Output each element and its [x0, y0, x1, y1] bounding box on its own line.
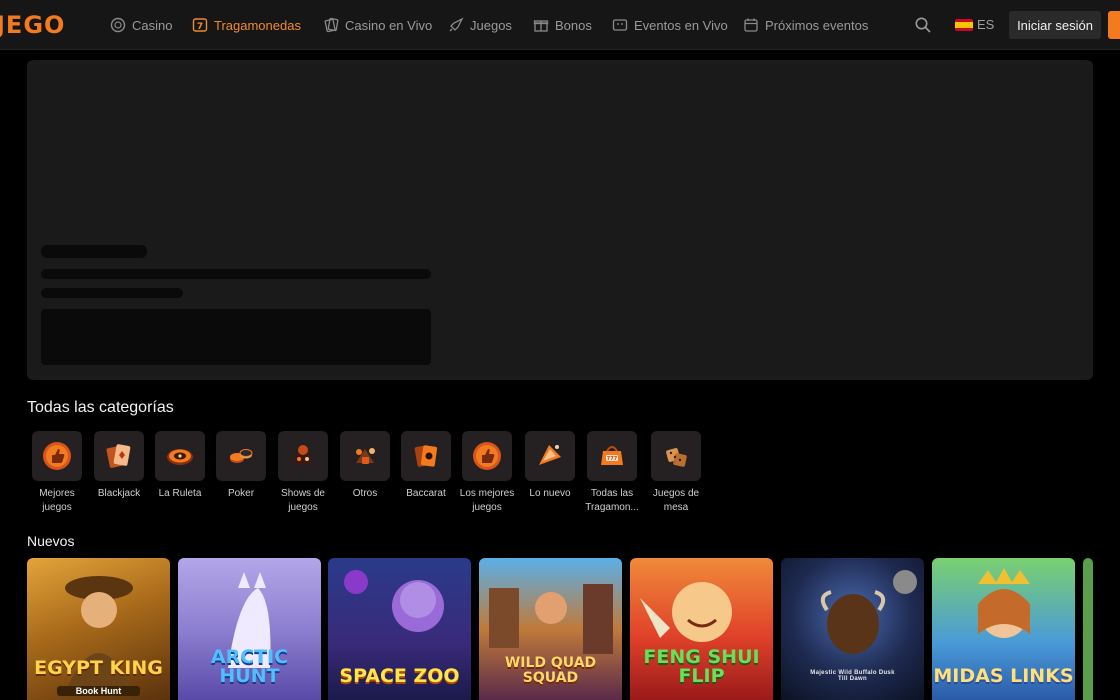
- category-shows-de-juegos[interactable]: Shows de juegos: [270, 431, 336, 515]
- playing-cards-icon: [106, 444, 131, 468]
- hero-banner-placeholder: [27, 60, 1093, 380]
- game-subtitle: Book Hunt: [57, 686, 140, 696]
- language-code: ES: [977, 17, 995, 32]
- slot-bag-icon: 777: [601, 446, 623, 465]
- game-card-majestic-wild-buffalo[interactable]: Majestic Wild Buffalo Dusk Till Dawn: [781, 558, 924, 700]
- nav-casino[interactable]: Casino: [110, 0, 172, 50]
- category-label: Baccarat: [406, 488, 446, 499]
- category-la-ruleta[interactable]: La Ruleta: [147, 431, 213, 501]
- skeleton-line: [41, 288, 183, 298]
- spain-flag-icon: [955, 18, 973, 31]
- category-poker[interactable]: Poker: [208, 431, 274, 501]
- game-title: Space Zoo: [339, 665, 460, 687]
- nav-casino-en-vivo[interactable]: Casino en Vivo: [323, 0, 432, 50]
- category-mejores-juegos[interactable]: Mejores juegos: [24, 431, 90, 515]
- nuevos-title: Nuevos: [27, 533, 75, 549]
- category-label: Juegos de mesa: [652, 488, 700, 513]
- live-tv-icon: [612, 19, 628, 31]
- category-label: Todas las Tragamon...: [585, 488, 639, 513]
- category-label: La Ruleta: [158, 488, 202, 499]
- nav-tragamonedas-label: Tragamonedas: [214, 17, 301, 33]
- thumbs-up-icon: [473, 442, 501, 470]
- game-card-arctic-hunt[interactable]: Arctic Hunt: [178, 558, 321, 700]
- login-button[interactable]: Iniciar sesión: [1009, 11, 1101, 39]
- game-card-feng-shui-flip[interactable]: Feng Shui Flip: [630, 558, 773, 700]
- game-card-wild-quad-squad[interactable]: Wild Quad Squad: [479, 558, 622, 700]
- calendar-icon: [744, 18, 758, 32]
- roulette-icon: [167, 449, 193, 465]
- game-title: Arctic Hunt: [210, 646, 289, 687]
- game-card-midas-links[interactable]: Midas Links: [932, 558, 1075, 700]
- game-title: Feng Shui Flip: [643, 646, 760, 687]
- category-label: Shows de juegos: [281, 488, 325, 513]
- language-selector[interactable]: ES: [955, 17, 994, 32]
- skeleton-button: [41, 309, 431, 365]
- nav-eventos-en-vivo[interactable]: Eventos en Vivo: [612, 0, 728, 50]
- category-label: Poker: [227, 488, 255, 499]
- category-lo-nuevo[interactable]: Lo nuevo: [517, 431, 583, 501]
- nav-proximos-eventos-label: Próximos eventos: [765, 17, 869, 33]
- poker-chips-icon: [230, 449, 253, 463]
- new-ticket-icon: [539, 445, 561, 465]
- category-label: Otros: [352, 488, 378, 499]
- nav-bonos[interactable]: Bonos: [533, 0, 592, 50]
- category-label: Los mejores juegos: [459, 488, 515, 513]
- game-show-icon: [295, 445, 311, 465]
- category-los-mejores-juegos[interactable]: Los mejores juegos: [454, 431, 520, 515]
- dice-icon: [666, 448, 687, 467]
- search-icon[interactable]: [914, 16, 932, 34]
- category-label: Blackjack: [97, 488, 141, 499]
- category-otros[interactable]: Otros: [332, 431, 398, 501]
- game-title: Midas Links: [933, 665, 1074, 687]
- game-card-egypt-king[interactable]: Egypt King Book Hunt: [27, 558, 170, 700]
- category-label: Lo nuevo: [529, 488, 571, 499]
- nav-proximos-eventos[interactable]: Próximos eventos: [743, 0, 868, 50]
- baccarat-cards-icon: [414, 445, 438, 467]
- category-todas-las-tragamonedas[interactable]: 777 Todas las Tragamon...: [579, 431, 645, 515]
- thumbs-up-icon: [43, 442, 71, 470]
- category-blackjack[interactable]: Blackjack: [86, 431, 152, 501]
- site-logo[interactable]: JEGO: [0, 11, 65, 39]
- categories-title: Todas las categorías: [27, 399, 174, 416]
- live-cards-icon: [324, 17, 339, 33]
- category-baccarat[interactable]: Baccarat: [393, 431, 459, 501]
- slot-machine-icon: 7: [192, 18, 208, 32]
- skeleton-line: [41, 245, 147, 258]
- category-label: Mejores juegos: [39, 488, 75, 513]
- svg-text:777: 777: [607, 456, 618, 462]
- nav-eventos-en-vivo-label: Eventos en Vivo: [634, 17, 728, 33]
- nav-bonos-label: Bonos: [555, 17, 592, 33]
- nav-casino-label: Casino: [132, 17, 173, 33]
- game-subtitle: Majestic Wild Buffalo Dusk Till Dawn: [810, 670, 895, 682]
- nav-tragamonedas[interactable]: 7 Tragamonedas: [192, 0, 301, 50]
- nav-juegos[interactable]: Juegos: [448, 0, 512, 50]
- svg-text:7: 7: [197, 22, 203, 32]
- misc-games-icon: [356, 448, 375, 464]
- skeleton-line: [41, 269, 431, 279]
- rocket-icon: [449, 17, 464, 32]
- nav-juegos-label: Juegos: [470, 17, 512, 33]
- game-card-partial[interactable]: [1083, 558, 1093, 700]
- game-title: Egypt King: [34, 657, 163, 679]
- top-header: JEGO Casino 7 Tragamonedas Casino en Viv…: [0, 0, 1120, 50]
- game-card-space-zoo[interactable]: Space Zoo: [328, 558, 471, 700]
- register-button[interactable]: [1108, 11, 1120, 39]
- casino-chip-icon: [110, 17, 126, 33]
- gift-icon: [533, 20, 549, 32]
- game-title: Wild Quad Squad: [504, 655, 597, 686]
- nav-casino-en-vivo-label: Casino en Vivo: [345, 17, 433, 33]
- category-juegos-de-mesa[interactable]: Juegos de mesa: [643, 431, 709, 515]
